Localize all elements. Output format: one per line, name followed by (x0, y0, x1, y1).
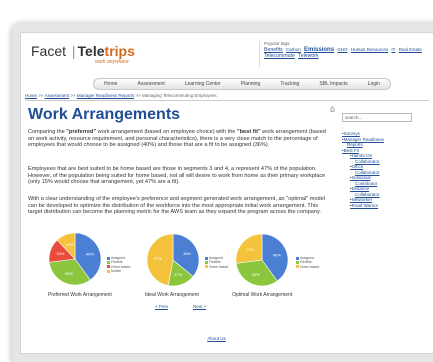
logo-tele: Tele (77, 43, 105, 59)
site-logo[interactable]: Facet | Teletrips (31, 43, 135, 59)
intro-paragraph: Comparing the "preferred" work arrangeme… (28, 129, 328, 149)
legend-preferred: Assigned Flexible Home based Mobile (107, 256, 130, 273)
legend-swatch (296, 256, 299, 260)
breadcrumb-separator: >> (135, 93, 141, 98)
legend-swatch (296, 265, 299, 269)
footer-about-link[interactable]: About Us (0, 336, 433, 341)
p1-best-fit: "best fit" (236, 129, 261, 135)
pie-value-label: 47% (153, 256, 161, 261)
pie-value-label: 33% (252, 272, 260, 277)
legend-swatch (205, 256, 208, 260)
legend-swatch (107, 256, 110, 260)
pie-value-label: 15% (56, 251, 64, 256)
tag-link[interactable]: Telecommute (264, 53, 295, 59)
nav-home[interactable]: Home (104, 81, 117, 87)
page-title: Work Arrangements (28, 106, 181, 123)
caption-optimal: Optimal Work Arrangement (232, 292, 293, 298)
tag-link[interactable]: IT (391, 47, 395, 52)
legend-swatch (107, 260, 110, 264)
breadcrumb: Home >> Assessment >> Manager Readiness … (25, 93, 217, 98)
tag-link[interactable]: Carbon (286, 47, 301, 52)
home-based-paragraph: Employees that are best suited to be hom… (28, 166, 326, 186)
next-link[interactable]: Next > (193, 304, 206, 309)
nav-login[interactable]: Login (368, 81, 380, 87)
tag-link[interactable]: Telework (298, 53, 318, 59)
legend-item: Home based (205, 265, 228, 269)
tags-label: Popular tags: (264, 41, 291, 46)
nav-learning-center[interactable]: Learning Center (185, 81, 221, 87)
breadcrumb-separator: >> (38, 93, 44, 98)
caption-preferred: Preferred Work Arrangement (48, 292, 112, 298)
legend-label: Mobile (111, 268, 121, 273)
caption-ideal: Ideal Work Arrangement (145, 292, 199, 298)
breadcrumb-assessment[interactable]: Assessment (45, 93, 70, 98)
pie-charts: 40% 33% 15%12% 36% 17% 47% 40% 33% 27% (48, 232, 289, 287)
nav-tracking[interactable]: Tracking (280, 81, 299, 87)
logo-tagline: work anywhere (95, 59, 129, 65)
p1-preferred: "preferred" (66, 129, 97, 135)
legend-swatch (107, 269, 110, 273)
legend-optimal: Assigned Flexible Home based (296, 256, 319, 269)
legend-item: Mobile (107, 269, 130, 273)
prev-link[interactable]: < Prev (155, 304, 168, 309)
main-nav: Home Assessment Learning Center Planning… (93, 78, 391, 90)
nav-planning[interactable]: Planning (241, 81, 260, 87)
pie-value-label: 27% (246, 247, 254, 252)
tag-link[interactable]: GHG (337, 47, 347, 52)
popular-tags: Popular tags: Benefits Carbon Emissions … (259, 41, 432, 67)
header-divider (25, 100, 429, 101)
nav-assessment[interactable]: Assessment (137, 81, 164, 87)
legend-swatch (296, 260, 299, 264)
print-icon[interactable]: ⎙ (330, 107, 335, 114)
breadcrumb-separator: >> (70, 93, 76, 98)
breadcrumb-current: Managing Telecommuting Employees (141, 93, 217, 98)
tag-link[interactable]: Real Estate (399, 47, 422, 52)
sidebar-nav: Surveys Manager Readiness Reports Best F… (342, 131, 384, 208)
optimal-model-paragraph: With a clear understanding of the employ… (28, 196, 326, 216)
pie-value-label: 17% (174, 272, 182, 277)
sidebar-item-road-warrior[interactable]: Road Warrior (342, 203, 384, 209)
legend-item: Home based (296, 265, 319, 269)
logo-trips: trips (104, 43, 135, 59)
legend-swatch (205, 260, 208, 264)
breadcrumb-home[interactable]: Home (25, 93, 37, 98)
breadcrumb-manager-readiness[interactable]: Manager Readiness Reports (77, 93, 134, 98)
legend-label: Home based (300, 264, 320, 269)
p1-text: work arrangement (based on employee choi… (96, 129, 237, 135)
p1-text: Comparing the (28, 129, 67, 135)
pie-value-label: 40% (86, 252, 94, 257)
legend-swatch (107, 265, 110, 269)
legend-label: Home based (209, 264, 229, 269)
pie-value-label: 36% (183, 251, 191, 256)
pie-value-label: 33% (65, 271, 73, 276)
pie-value-label: 12% (65, 242, 73, 247)
legend-swatch (205, 265, 208, 269)
legend-ideal: Assigned Flexible Home based (205, 256, 228, 269)
search-input[interactable]: search... (342, 113, 412, 122)
nav-sbl-impacts[interactable]: SBL Impacts (319, 81, 347, 87)
pie-value-label: 40% (273, 253, 281, 258)
tag-link[interactable]: Human Resources (351, 47, 388, 52)
logo-facet: Facet (31, 43, 67, 59)
logo-separator: | (71, 43, 76, 59)
